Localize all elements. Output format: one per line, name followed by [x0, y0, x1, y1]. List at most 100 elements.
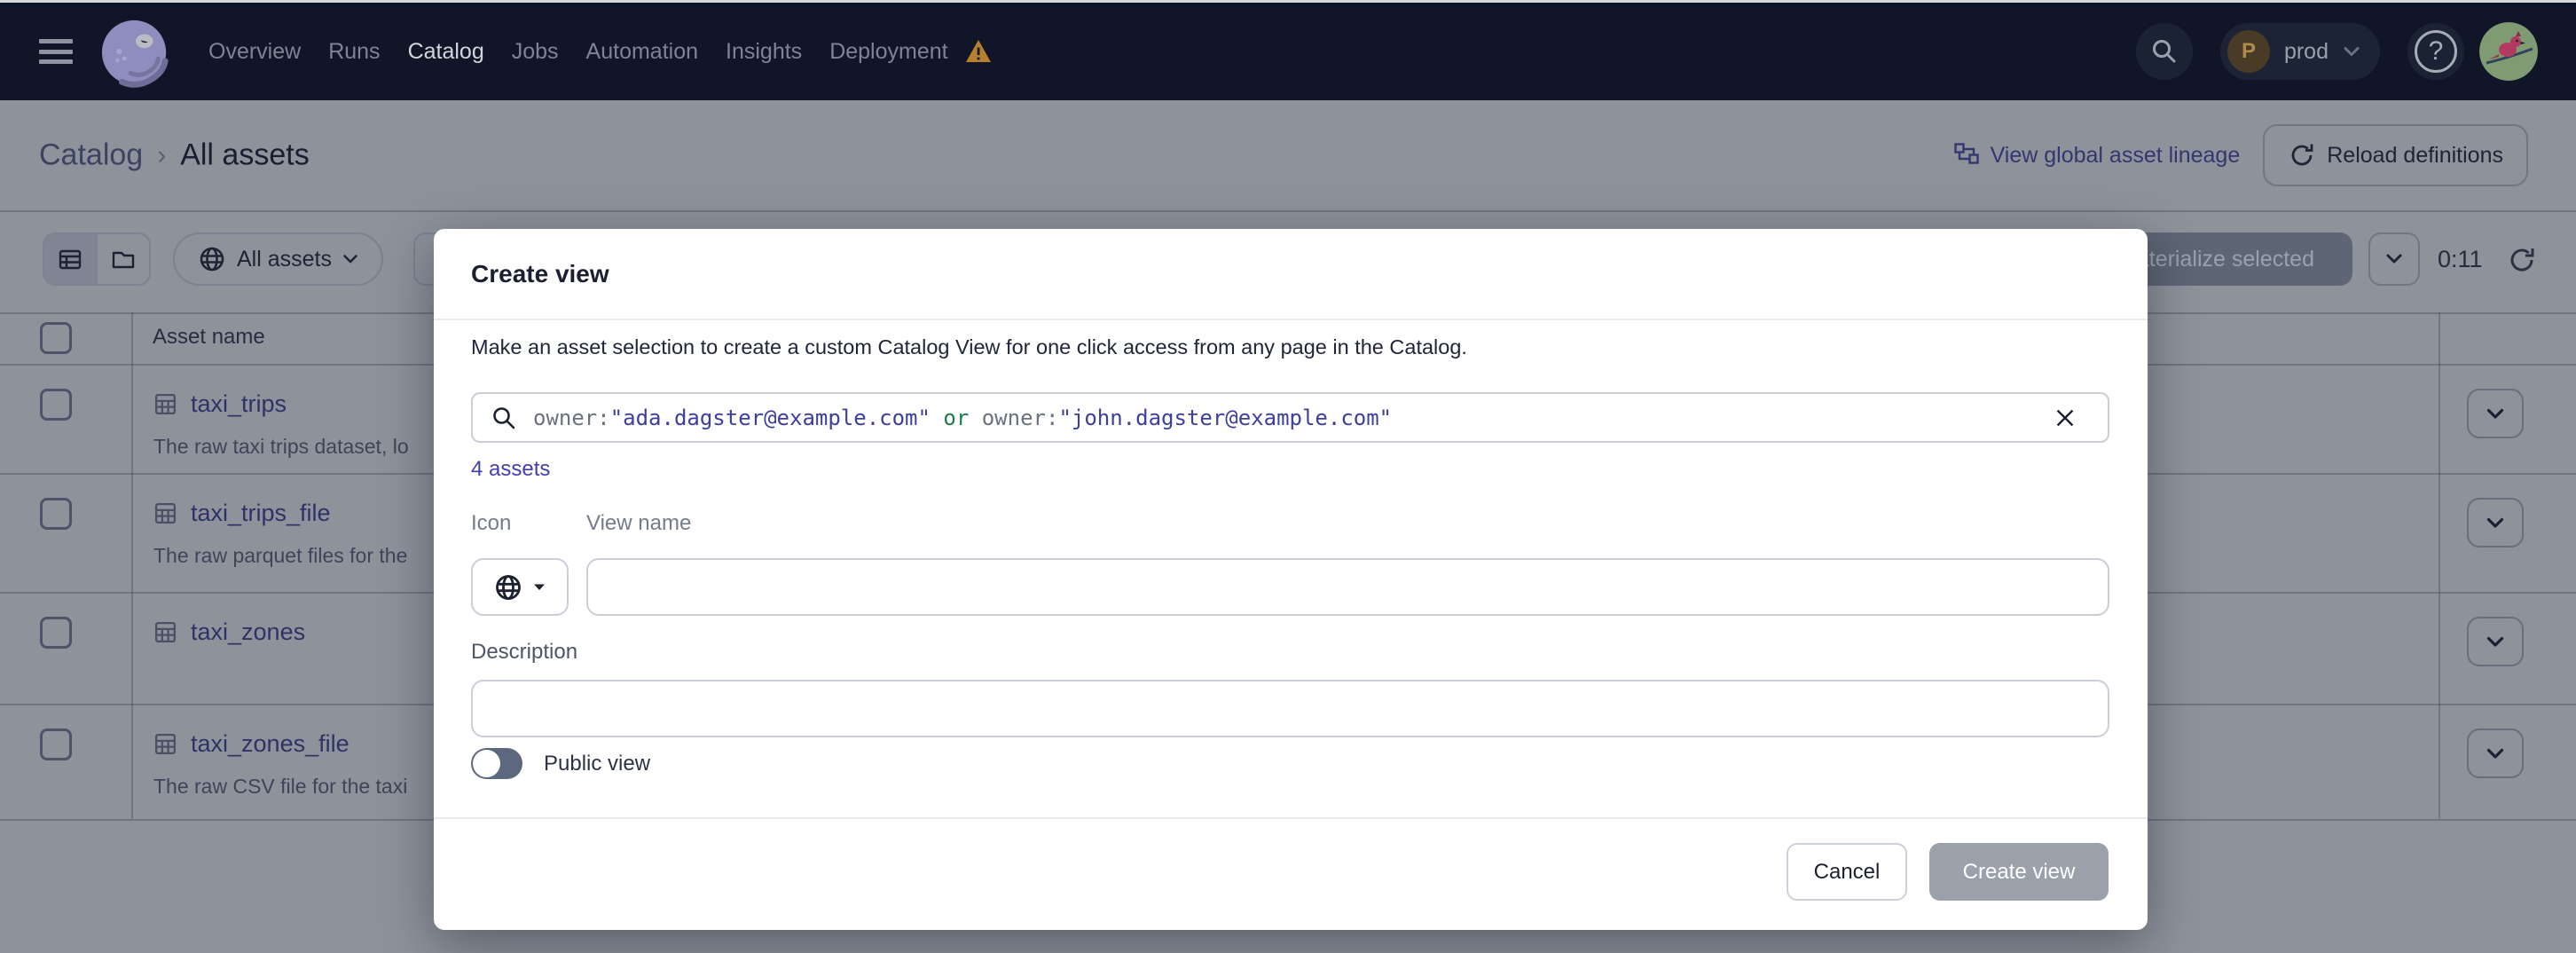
search-icon	[2150, 37, 2179, 66]
nav-item-jobs[interactable]: Jobs	[512, 39, 559, 65]
matching-assets-link[interactable]: 4 assets	[471, 457, 550, 482]
deployment-name: prod	[2284, 39, 2329, 65]
cancel-button[interactable]: Cancel	[1787, 843, 1907, 901]
row-checkbox[interactable]	[40, 729, 72, 760]
avatar-bird-image	[2479, 22, 2538, 81]
asset-link[interactable]: taxi_zones	[191, 618, 305, 646]
query-string-token: "john.dagster@example.com"	[1058, 406, 1392, 430]
query-operator-token: or	[931, 406, 982, 430]
icon-select-dropdown[interactable]	[471, 558, 569, 616]
chevron-down-icon	[2486, 516, 2505, 530]
reload-button-label: Reload definitions	[2327, 143, 2503, 169]
clear-selection-button[interactable]	[2054, 403, 2085, 433]
refresh-button[interactable]	[2507, 244, 2539, 276]
user-avatar[interactable]	[2479, 22, 2538, 81]
deployment-switcher[interactable]: P prod	[2220, 23, 2380, 80]
row-expand-button[interactable]	[2467, 617, 2524, 666]
nav-item-catalog[interactable]: Catalog	[408, 39, 484, 65]
asset-description: The raw CSV file for the taxi	[153, 775, 407, 799]
breadcrumb-catalog-link[interactable]: Catalog	[39, 138, 143, 173]
refresh-timer: 0:11	[2438, 232, 2483, 286]
asset-table-icon	[153, 620, 177, 644]
lineage-link-label: View global asset lineage	[1991, 143, 2241, 169]
nav-item-runs[interactable]: Runs	[328, 39, 380, 65]
query-key-token: owner:	[982, 406, 1059, 430]
dagster-logo-icon	[99, 18, 172, 91]
public-view-toggle[interactable]	[471, 748, 522, 779]
asset-name-column-header: Asset name	[153, 325, 265, 350]
deployment-warning-icon	[963, 38, 993, 65]
row-expand-button[interactable]	[2467, 389, 2524, 438]
table-view-button[interactable]	[44, 234, 96, 284]
asset-table-icon	[153, 732, 177, 756]
asset-table-icon	[153, 392, 177, 416]
public-view-row: Public view	[471, 748, 650, 779]
materialize-options-button[interactable]	[2368, 232, 2420, 286]
row-expand-button[interactable]	[2467, 498, 2524, 547]
lineage-graph-icon	[1953, 142, 1980, 169]
page-header: Catalog › All assets View global asset l…	[0, 100, 2576, 210]
asset-link[interactable]: taxi_trips	[191, 390, 287, 418]
header-actions: View global asset lineage Reload definit…	[1953, 124, 2528, 186]
row-checkbox[interactable]	[40, 617, 72, 649]
deployment-avatar: P	[2227, 30, 2270, 73]
globe-icon	[198, 245, 226, 273]
catalog-view-filter-button[interactable]: All assets	[173, 232, 383, 286]
search-icon	[491, 405, 517, 431]
view-name-input[interactable]	[586, 558, 2109, 616]
chevron-down-icon	[342, 254, 358, 264]
divider	[434, 817, 2148, 819]
chevron-down-icon	[2486, 747, 2505, 760]
view-mode-switcher	[43, 232, 151, 286]
asset-description: The raw taxi trips dataset, lo	[153, 435, 409, 459]
asset-link[interactable]: taxi_zones_file	[191, 730, 349, 758]
search-button[interactable]	[2136, 23, 2193, 80]
description-input[interactable]	[471, 680, 2109, 737]
folder-view-button[interactable]	[96, 234, 149, 284]
select-all-checkbox[interactable]	[40, 322, 72, 354]
dialog-footer: Cancel Create view	[1787, 843, 2109, 901]
window-edge	[0, 0, 2576, 3]
menu-button[interactable]	[39, 36, 78, 67]
reload-definitions-button[interactable]: Reload definitions	[2263, 124, 2528, 186]
toggle-knob	[473, 750, 500, 777]
nav-item-deployment[interactable]: Deployment	[829, 39, 947, 65]
query-key-token: owner:	[533, 406, 610, 430]
nav-item-automation[interactable]: Automation	[586, 39, 698, 65]
asset-selection-input[interactable]: owner:"ada.dagster@example.com" or owner…	[471, 392, 2109, 443]
top-navigation: Overview Runs Catalog Jobs Automation In…	[0, 3, 2576, 100]
chevron-down-icon	[2486, 407, 2505, 421]
icon-field-label: Icon	[471, 511, 511, 536]
help-icon: ?	[2415, 30, 2457, 73]
globe-icon	[494, 573, 522, 602]
description-field-label: Description	[471, 640, 577, 665]
reload-icon	[2288, 141, 2316, 169]
divider	[0, 210, 2576, 212]
public-view-label: Public view	[544, 752, 650, 776]
asset-selection-query: owner:"ada.dagster@example.com" or owner…	[533, 406, 1392, 430]
chevron-down-icon	[2343, 45, 2360, 58]
view-global-asset-lineage-link[interactable]: View global asset lineage	[1953, 142, 2241, 169]
app-screen: Overview Runs Catalog Jobs Automation In…	[0, 0, 2576, 953]
row-checkbox[interactable]	[40, 389, 72, 421]
view-name-field-label: View name	[586, 511, 691, 536]
close-icon	[2054, 407, 2076, 429]
divider	[434, 319, 2148, 320]
chevron-down-icon	[2385, 253, 2403, 265]
help-button[interactable]: ?	[2407, 23, 2464, 80]
nav-right-cluster: P prod ?	[2136, 3, 2538, 100]
create-view-dialog: Create view Make an asset selection to c…	[434, 229, 2148, 930]
caret-down-icon	[533, 583, 546, 591]
row-checkbox[interactable]	[40, 498, 72, 530]
nav-item-insights[interactable]: Insights	[726, 39, 802, 65]
dialog-title: Create view	[471, 229, 609, 319]
refresh-icon	[2507, 245, 2537, 275]
asset-link[interactable]: taxi_trips_file	[191, 500, 331, 527]
folder-icon	[110, 246, 137, 272]
nav-item-overview[interactable]: Overview	[208, 39, 301, 65]
create-view-submit-button[interactable]: Create view	[1929, 843, 2109, 901]
row-expand-button[interactable]	[2467, 729, 2524, 778]
chevron-down-icon	[2486, 635, 2505, 649]
breadcrumb-separator: ›	[157, 140, 166, 170]
filter-button-label: All assets	[237, 247, 332, 272]
